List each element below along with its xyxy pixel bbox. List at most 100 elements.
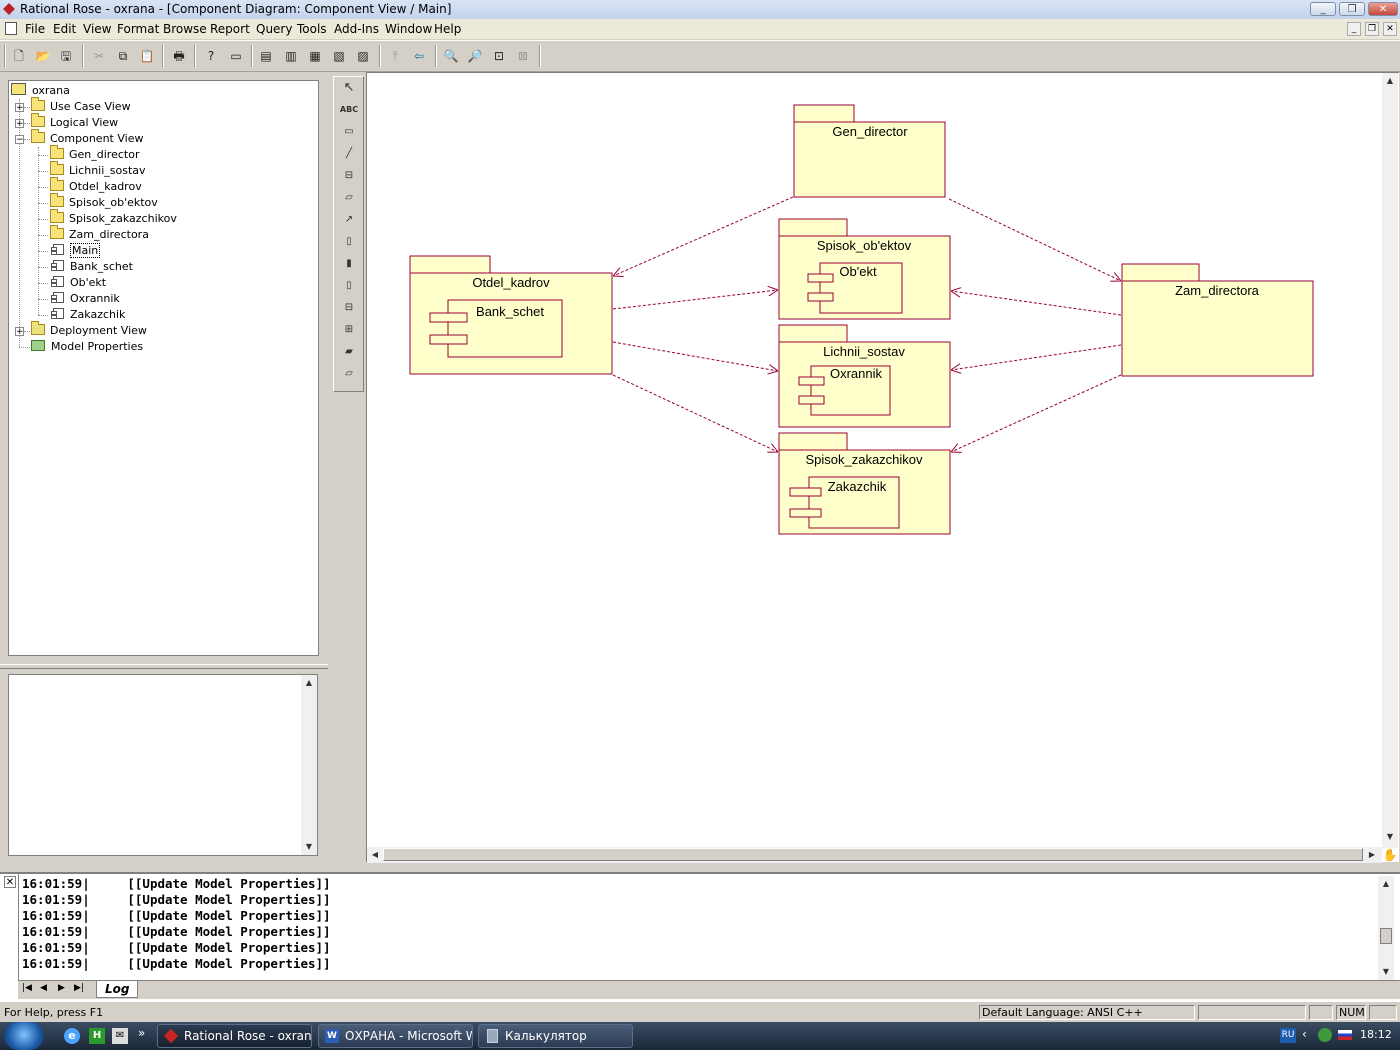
zoom-out-icon[interactable]: 🔎 <box>466 47 484 65</box>
scroll-up-icon[interactable]: ▲ <box>1378 876 1394 892</box>
tree-item-lichnii-sostav[interactable]: Lichnii_sostav <box>50 161 146 179</box>
scroll-down-icon[interactable]: ▼ <box>1378 964 1394 980</box>
tray-flag-icon[interactable] <box>1338 1030 1352 1040</box>
restore-button[interactable]: ❐ <box>1339 2 1365 16</box>
browse-parent-icon[interactable]: ⤒ <box>386 47 404 65</box>
cut-icon[interactable]: ✂ <box>90 47 108 65</box>
task-spec-icon[interactable]: ▰ <box>339 343 359 361</box>
menu-tools[interactable]: Tools <box>297 22 327 36</box>
package-tool-icon[interactable]: ▱ <box>339 189 359 207</box>
zoom-in-icon[interactable]: 🔍 <box>442 47 460 65</box>
menu-file[interactable]: File <box>25 22 45 36</box>
start-button[interactable] <box>4 1022 44 1050</box>
scroll-left-icon[interactable]: ◀ <box>367 847 383 863</box>
model-browser[interactable]: oxrana + Use Case View + Logical View − … <box>8 80 319 656</box>
minimize-button[interactable]: _ <box>1310 2 1336 16</box>
new-icon[interactable]: 🗋 <box>10 47 28 65</box>
quicklaunch-app-icon[interactable]: H <box>89 1028 105 1044</box>
scroll-down-icon[interactable]: ▼ <box>301 839 317 855</box>
close-button[interactable]: ✕ <box>1368 2 1398 16</box>
documentation-window[interactable]: ▲ ▼ <box>8 674 318 856</box>
class-diagram-icon[interactable]: ▤ <box>257 47 275 65</box>
hand-icon[interactable]: ✋ <box>1382 847 1398 863</box>
component-diagram-icon[interactable]: ▦ <box>306 47 324 65</box>
context-help-icon[interactable]: ? <box>202 47 220 65</box>
expand-icon[interactable]: + <box>15 119 24 129</box>
selection-tool-icon[interactable]: ↖ <box>339 79 359 97</box>
component-tool-icon[interactable]: ⊟ <box>339 167 359 185</box>
menu-edit[interactable]: Edit <box>53 22 76 36</box>
tree-item-zakazchik[interactable]: Zakazchik <box>50 307 125 323</box>
tree-root[interactable]: oxrana <box>11 83 70 99</box>
doc-scrollbar[interactable]: ▲ ▼ <box>301 675 317 855</box>
copy-icon[interactable]: ⧉ <box>114 47 132 65</box>
tree-item-bank-schet[interactable]: Bank_schet <box>50 259 133 275</box>
language-indicator[interactable]: RU <box>1280 1028 1296 1043</box>
menu-format[interactable]: Format <box>117 22 159 36</box>
tree-item-otdel-kadrov[interactable]: Otdel_kadrov <box>50 177 142 195</box>
splitter[interactable] <box>0 664 328 669</box>
undo-fit-icon[interactable]: ⊠ <box>514 47 532 65</box>
deployment-diagram-icon[interactable]: ▨ <box>354 47 372 65</box>
tree-item-logical-view[interactable]: Logical View <box>31 113 118 131</box>
tab-log[interactable]: Log <box>96 981 139 998</box>
menu-add-ins[interactable]: Add-Ins <box>334 22 379 36</box>
menu-browse[interactable]: Browse <box>163 22 207 36</box>
expand-icon[interactable]: + <box>15 327 24 337</box>
log-close-icon[interactable]: ✕ <box>4 876 16 888</box>
menu-view[interactable]: View <box>83 22 111 36</box>
quicklaunch-ie-icon[interactable]: e <box>64 1028 80 1044</box>
tree-item-obekt[interactable]: Ob'ekt <box>50 275 106 291</box>
state-diagram-icon[interactable]: ▧ <box>330 47 348 65</box>
diagram-hscrollbar[interactable]: ◀ ▶ <box>367 847 1382 863</box>
mdi-minimize-button[interactable]: _ <box>1347 22 1361 36</box>
open-icon[interactable]: 📂 <box>34 47 52 65</box>
tree-item-spisok-obektov[interactable]: Spisok_ob'ektov <box>50 193 158 211</box>
package-spec-icon[interactable]: ⊟ <box>339 299 359 317</box>
interaction-diagram-icon[interactable]: ▥ <box>282 47 300 65</box>
menu-report[interactable]: Report <box>210 22 250 36</box>
main-program-icon[interactable]: ▯ <box>339 277 359 295</box>
tab-prev-icon[interactable]: ◀ <box>40 983 47 993</box>
text-tool-icon[interactable]: ABC <box>339 101 359 119</box>
package-body-icon[interactable]: ⊞ <box>339 321 359 339</box>
diagram-canvas[interactable]: Gen_director Spisok_ob'ektov Ob'ekt Otde… <box>366 72 1399 863</box>
log-window[interactable]: ✕ 16:01:59| [[Update Model Properties]] … <box>0 872 1400 1002</box>
view-doc-icon[interactable]: ▭ <box>227 47 245 65</box>
tab-first-icon[interactable]: |◀ <box>22 983 32 993</box>
tray-network-icon[interactable] <box>1318 1028 1332 1042</box>
tab-next-icon[interactable]: ▶ <box>58 983 65 993</box>
task-word[interactable]: W ОХРАНА - Microsoft W... <box>318 1024 473 1048</box>
subprogram-spec-icon[interactable]: ▯ <box>339 233 359 251</box>
mdi-restore-button[interactable]: ❐ <box>1365 22 1379 36</box>
tree-item-component-view[interactable]: Component View <box>31 129 143 147</box>
diagram-vscrollbar[interactable]: ▲ ▼ <box>1382 73 1398 848</box>
scroll-right-icon[interactable]: ▶ <box>1364 847 1380 863</box>
mdi-close-button[interactable]: ✕ <box>1383 22 1397 36</box>
tree-item-use-case-view[interactable]: Use Case View <box>31 97 131 115</box>
tree-item-main[interactable]: Main <box>50 243 101 259</box>
save-icon[interactable]: 🖫 <box>57 47 75 65</box>
menu-help[interactable]: Help <box>434 22 461 36</box>
log-scrollbar[interactable]: ▲ ▼ <box>1378 876 1394 980</box>
scroll-down-icon[interactable]: ▼ <box>1382 829 1398 845</box>
component-diagram[interactable]: Gen_director Spisok_ob'ektov Ob'ekt Otde… <box>367 73 1383 849</box>
menu-query[interactable]: Query <box>256 22 292 36</box>
task-body-icon[interactable]: ▱ <box>339 365 359 383</box>
tree-item-oxrannik[interactable]: Oxrannik <box>50 291 120 307</box>
expand-icon[interactable]: + <box>15 103 24 113</box>
dependency-tool-icon[interactable]: ↗ <box>339 211 359 229</box>
scroll-thumb[interactable] <box>383 848 1363 861</box>
tab-last-icon[interactable]: ▶| <box>74 983 84 993</box>
fit-in-window-icon[interactable]: ⊡ <box>490 47 508 65</box>
tree-item-model-properties[interactable]: Model Properties <box>31 339 143 355</box>
tree-item-deployment-view[interactable]: Deployment View <box>31 321 147 339</box>
task-calculator[interactable]: Калькулятор <box>478 1024 633 1048</box>
tree-item-gen-director[interactable]: Gen_director <box>50 145 139 163</box>
scroll-up-icon[interactable]: ▲ <box>1382 73 1398 89</box>
scroll-thumb[interactable] <box>1380 928 1392 944</box>
quicklaunch-more-icon[interactable]: » <box>138 1026 145 1040</box>
note-icon[interactable]: ▭ <box>339 123 359 141</box>
browse-previous-icon[interactable]: ⇦ <box>410 47 428 65</box>
menu-window[interactable]: Window <box>385 22 432 36</box>
